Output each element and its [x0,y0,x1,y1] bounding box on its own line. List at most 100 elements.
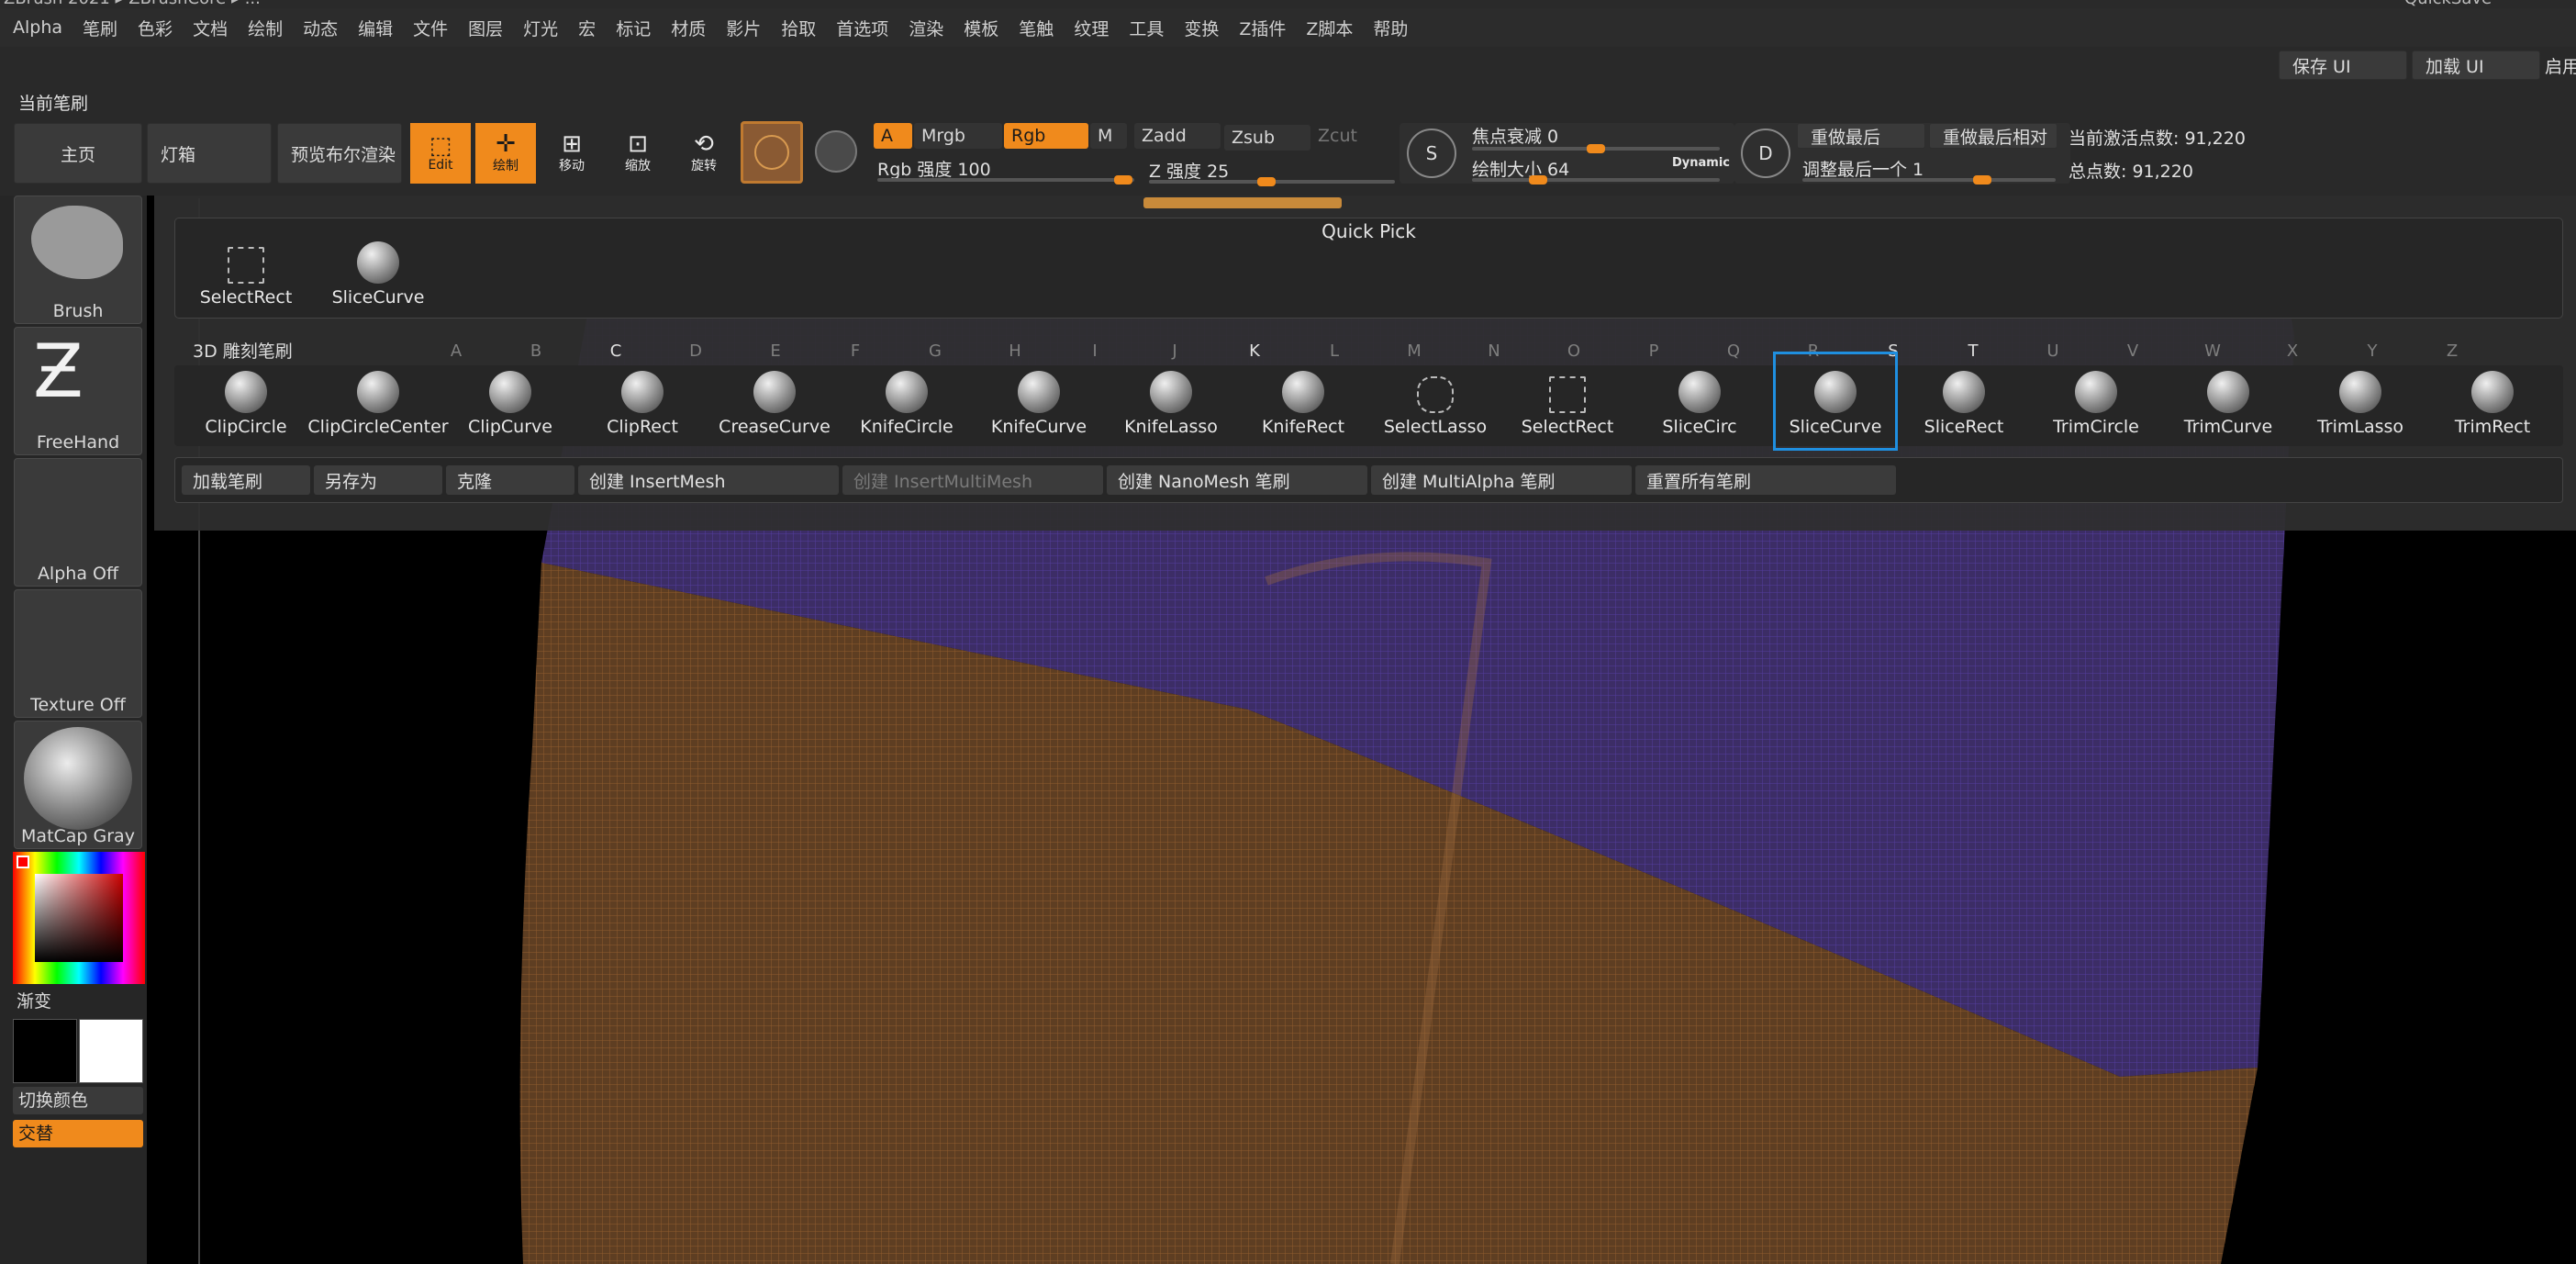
menu-brush[interactable]: 笔刷 [83,16,117,40]
clone-button[interactable]: 克隆 [446,465,574,495]
focal-shift-slider[interactable] [1472,144,1720,153]
menu-picker[interactable]: 拾取 [781,16,816,40]
reset-all-brushes-button[interactable]: 重置所有笔刷 [1635,465,1896,495]
menu-movie[interactable]: 影片 [726,16,761,40]
brush-selectrect[interactable]: SelectRect [1503,365,1632,437]
brush-clipcirclecenter[interactable]: ClipCircleCenter [307,365,449,437]
menu-layer[interactable]: 图层 [468,16,503,40]
menu-marker[interactable]: 标记 [616,16,651,40]
focal-shift-knob[interactable] [1587,144,1605,153]
save-ui-button[interactable]: 保存 UI [2279,50,2407,80]
filter-letter[interactable]: Q [1724,341,1743,361]
menu-alpha[interactable]: Alpha [13,17,62,38]
menu-preferences[interactable]: 首选项 [836,16,888,40]
filter-letter[interactable]: V [2124,341,2142,361]
filter-letter[interactable]: K [1245,341,1264,361]
adjust-last-knob[interactable] [1973,175,1991,185]
menu-document[interactable]: 文档 [193,16,228,40]
rotate-button[interactable]: ⟲ 旋转 [674,123,734,184]
matcap-thumbnail[interactable]: MatCap Gray [14,721,142,849]
filter-letter[interactable]: T [1964,341,1982,361]
brush-thumbnail[interactable]: Brush [14,196,142,324]
alternate-button[interactable]: 交替 [13,1120,143,1147]
brush-selectlasso[interactable]: SelectLasso [1371,365,1500,437]
home-button[interactable]: 主页 [14,123,142,184]
brush-knifecurve[interactable]: KnifeCurve [975,365,1103,437]
menu-transform[interactable]: 变换 [1184,16,1219,40]
draw-button[interactable]: ✛ 绘制 [475,123,536,184]
dynamic-label[interactable]: Dynamic [1672,156,1730,170]
z-intensity-knob[interactable] [1257,177,1276,186]
menu-tool[interactable]: 工具 [1129,16,1164,40]
brush-trimlasso[interactable]: TrimLasso [2296,365,2425,437]
gradient-label[interactable]: 渐变 [17,988,51,1012]
draw-size-slider[interactable] [1472,175,1720,185]
brush-trimrect[interactable]: TrimRect [2428,365,2557,437]
bpr-preview-button[interactable]: 预览布尔渲染 [277,123,402,184]
menu-light[interactable]: 灯光 [523,16,558,40]
filter-letter[interactable]: Z [2443,341,2461,361]
menu-macro[interactable]: 宏 [578,16,596,40]
brush-trimcurve[interactable]: TrimCurve [2164,365,2292,437]
menu-help[interactable]: 帮助 [1373,16,1408,40]
filter-letter[interactable]: U [2044,341,2062,361]
menu-stroke[interactable]: 笔触 [1019,16,1054,40]
create-multialpha-brush-button[interactable]: 创建 MultiAlpha 笔刷 [1371,465,1632,495]
menu-stencil[interactable]: 模板 [964,16,998,40]
filter-letter[interactable]: D [686,341,705,361]
filter-letter[interactable]: A [447,341,465,361]
filter-letter[interactable]: N [1485,341,1503,361]
scale-button[interactable]: ⊡ 缩放 [608,123,668,184]
filter-letter[interactable]: X [2283,341,2302,361]
filter-letter[interactable]: L [1325,341,1344,361]
main-color-swatch[interactable] [79,1019,143,1083]
brush-cliprect[interactable]: ClipRect [578,365,707,437]
rgb-toggle[interactable]: Rgb [1004,123,1088,149]
menu-texture[interactable]: 纹理 [1074,16,1109,40]
stroke-s-icon[interactable]: S [1407,129,1456,178]
brush-trimcircle[interactable]: TrimCircle [2032,365,2160,437]
filter-letter[interactable]: P [1645,341,1663,361]
a-toggle[interactable]: A [874,123,912,149]
create-insertmesh-button[interactable]: 创建 InsertMesh [578,465,839,495]
filter-letter[interactable]: B [527,341,545,361]
switch-color-button[interactable]: 切换颜色 [13,1087,143,1114]
filter-letter[interactable]: Y [2363,341,2381,361]
menu-zscript[interactable]: Z脚本 [1306,16,1353,40]
filter-letter[interactable]: C [607,341,625,361]
brush-clipcurve[interactable]: ClipCurve [446,365,574,437]
menu-material[interactable]: 材质 [671,16,706,40]
menu-edit[interactable]: 编辑 [358,16,393,40]
enable-ui-label[interactable]: 启用 [2545,53,2576,78]
load-brush-button[interactable]: 加载笔刷 [182,465,310,495]
filter-letter[interactable]: G [926,341,944,361]
zsub-toggle[interactable]: Zsub [1224,125,1310,151]
secondary-color-swatch[interactable] [13,1019,77,1083]
brush-knifelasso[interactable]: KnifeLasso [1107,365,1235,437]
quick-brush-slicecurve[interactable]: SliceCurve [314,236,442,308]
redo-last-button[interactable]: 重做最后 [1797,123,1925,149]
zadd-toggle[interactable]: Zadd [1134,123,1221,149]
freehand-thumbnail[interactable]: Ƶ FreeHand [14,327,142,455]
filter-letter[interactable]: M [1405,341,1423,361]
brush-clipcircle[interactable]: ClipCircle [182,365,310,437]
menu-render[interactable]: 渲染 [909,16,943,40]
popup-scroll-handle[interactable] [1143,197,1342,208]
brush-slicecirc[interactable]: SliceCirc [1635,365,1764,437]
filter-letter[interactable]: E [766,341,785,361]
brush-knifecircle[interactable]: KnifeCircle [842,365,971,437]
move-button[interactable]: ⊞ 移动 [541,123,602,184]
yinyang-icon[interactable] [815,130,857,173]
filter-letter[interactable]: W [2203,341,2222,361]
zcut-toggle[interactable]: Zcut [1310,123,1397,149]
rgb-intensity-slider[interactable] [877,175,1134,185]
create-nanomesh-brush-button[interactable]: 创建 NanoMesh 笔刷 [1107,465,1367,495]
brush-kniferect[interactable]: KnifeRect [1239,365,1367,437]
load-ui-button[interactable]: 加载 UI [2412,50,2540,80]
filter-letter[interactable]: O [1565,341,1583,361]
filter-letter[interactable]: H [1006,341,1024,361]
stroke-d-icon[interactable]: D [1741,129,1790,178]
filter-letter[interactable]: J [1165,341,1184,361]
filter-letter[interactable]: F [846,341,864,361]
mrgb-toggle[interactable]: Mrgb [914,123,1002,149]
